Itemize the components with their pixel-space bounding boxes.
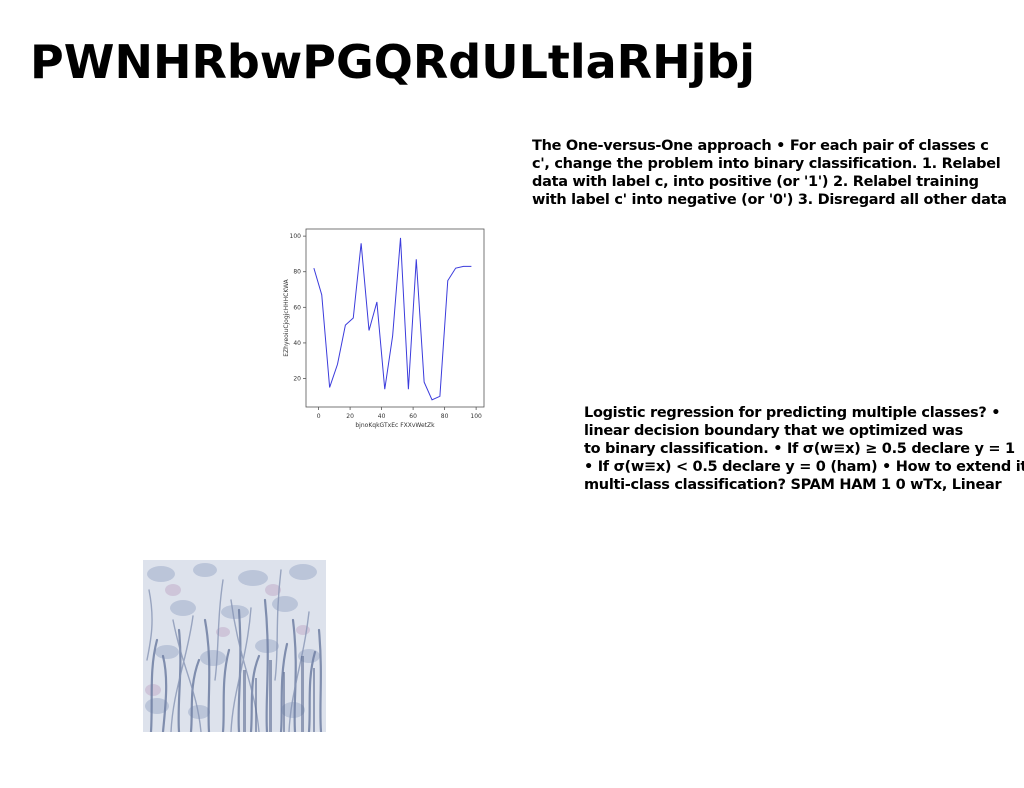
text-line: linear decision boundary that we optimiz… (584, 423, 963, 439)
iris-painting-image (143, 560, 326, 732)
iris-painting-svg (143, 560, 326, 732)
x-tick-label: 40 (378, 413, 386, 420)
slide-title: PWNHRbwPGQRdULtlaRHjbj (30, 35, 756, 89)
text-line: to binary classification. • If σ(w≡x) ≥ … (584, 441, 1015, 457)
x-axis-label: bjnoKqkGTxEc FXXvWetZk (355, 422, 435, 429)
y-axis-label: EZhyeoiuCjogjcHHHCKWA (283, 278, 290, 356)
y-tick-label: 80 (293, 269, 301, 276)
y-tick-label: 100 (290, 233, 302, 240)
x-tick-label: 0 (317, 413, 321, 420)
series-line (313, 237, 472, 401)
text-block-logistic-regression: Logistic regression for predicting multi… (584, 404, 1024, 494)
text-line: with label c' into negative (or '0') 3. … (532, 192, 1007, 208)
text-line: • If σ(w≡x) < 0.5 declare y = 0 (ham) • … (584, 459, 1024, 475)
text-line: data with label c, into positive (or '1'… (532, 174, 979, 190)
text-line: Logistic regression for predicting multi… (584, 405, 1001, 421)
x-tick-label: 100 (470, 413, 482, 420)
text-block-one-vs-one: The One-versus-One approach • For each p… (532, 137, 1024, 209)
y-tick-label: 20 (293, 376, 301, 383)
x-tick-label: 60 (409, 413, 417, 420)
text-line: multi-class classification? SPAM HAM 1 0… (584, 477, 1002, 493)
x-tick-label: 80 (441, 413, 449, 420)
text-line: The One-versus-One approach • For each p… (532, 138, 989, 154)
y-tick-label: 60 (293, 304, 301, 311)
x-tick-label: 20 (346, 413, 354, 420)
plot-frame (305, 228, 485, 408)
line-chart: 0 20 40 60 80 100 20 40 60 80 100 bjnoKqkGTxEc FXXv… (280, 222, 492, 434)
text-line: c', change the problem into binary class… (532, 156, 1001, 172)
line-chart-svg: 0 20 40 60 80 100 20 40 60 80 100 bjnoKqkGTxEc FXXv… (283, 228, 485, 429)
y-tick-label: 40 (293, 340, 301, 347)
